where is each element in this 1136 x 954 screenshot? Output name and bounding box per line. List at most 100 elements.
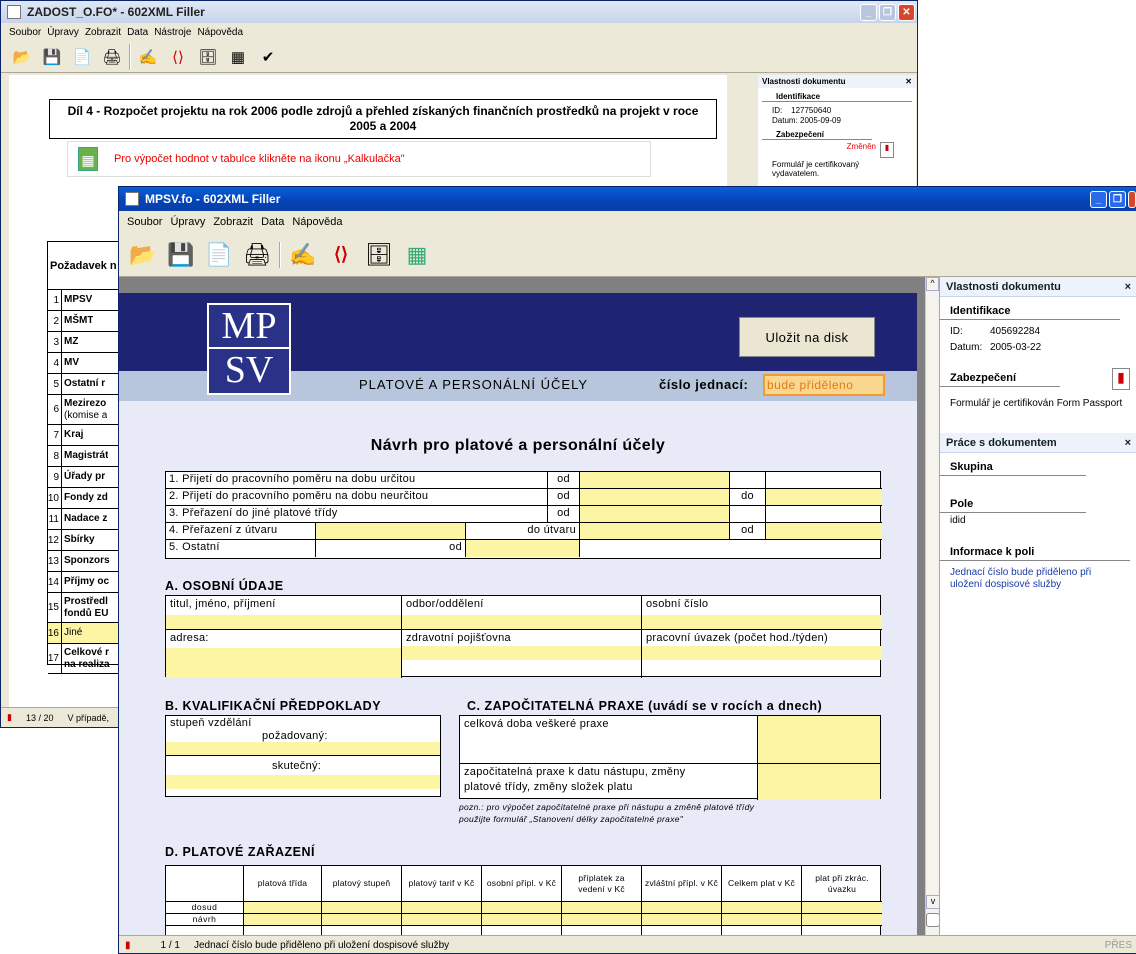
option-1-od-field[interactable] <box>580 472 730 489</box>
salary-field[interactable] <box>722 902 802 914</box>
back-menubar: Soubor Úpravy Zobrazit Data Nástroje Náp… <box>1 23 917 41</box>
back-titlebar[interactable]: ZADOST_O.FO* - 602XML Filler _ ❐ ✕ <box>1 1 917 23</box>
menu-data[interactable]: Data <box>127 27 148 38</box>
credited-practice-field[interactable] <box>758 764 880 800</box>
restore-icon[interactable]: ❐ <box>879 3 896 21</box>
back-panel-close-icon[interactable]: ✕ <box>905 77 912 86</box>
option-4-od-field[interactable] <box>766 523 882 540</box>
row-number: 12 <box>48 530 62 550</box>
save-icon[interactable]: 💾 <box>165 239 197 271</box>
dept-field[interactable] <box>402 615 641 629</box>
calculator-icon[interactable]: ▦ <box>78 147 98 171</box>
validate-icon[interactable]: ✔ <box>255 44 281 70</box>
salary-field[interactable] <box>722 914 802 926</box>
salary-field[interactable] <box>562 914 642 926</box>
save-disk-icon[interactable]: 🗄 <box>195 44 221 70</box>
logo-top: MP <box>221 305 277 347</box>
scroll-down-icon[interactable]: v <box>926 895 940 909</box>
sign-icon[interactable]: ✍ <box>287 239 319 271</box>
status-page: 1 / 1 <box>160 940 180 951</box>
option-3-od-field[interactable] <box>580 506 730 523</box>
xml-icon[interactable]: ⟨⟩ <box>165 44 191 70</box>
sign-icon[interactable]: ✍ <box>135 44 161 70</box>
menu-zobrazit[interactable]: Zobrazit <box>85 27 121 38</box>
restore-icon[interactable]: ❐ <box>1109 190 1126 208</box>
salary-field[interactable] <box>244 914 322 926</box>
row-number: 7 <box>48 425 62 445</box>
menu-soubor[interactable]: Soubor <box>127 216 162 228</box>
grid-icon[interactable]: ▦ <box>225 44 251 70</box>
ins-field[interactable] <box>402 646 641 660</box>
ref-number-field[interactable]: bude přiděleno <box>763 374 885 396</box>
table-row: 5 Ostatní r <box>48 374 127 395</box>
work-panel-close-icon[interactable]: × <box>1125 437 1131 449</box>
menu-napoveda[interactable]: Nápověda <box>292 216 342 228</box>
menu-soubor[interactable]: Soubor <box>9 27 41 38</box>
panel-close-icon[interactable]: × <box>1125 281 1131 293</box>
salary-field[interactable] <box>482 902 562 914</box>
print-icon[interactable]: 🖨 <box>99 44 125 70</box>
option-4-from-unit-field[interactable] <box>316 523 466 540</box>
save-icon[interactable]: 💾 <box>39 44 65 70</box>
salary-field[interactable] <box>322 914 402 926</box>
option-2-do-field[interactable] <box>766 489 882 506</box>
salary-field[interactable] <box>562 902 642 914</box>
addr-field[interactable] <box>166 648 401 678</box>
scroll-thumb[interactable] <box>926 913 940 927</box>
menu-napoveda[interactable]: Nápověda <box>197 27 243 38</box>
pdf-export-icon[interactable]: 📄 <box>203 239 235 271</box>
menu-zobrazit[interactable]: Zobrazit <box>213 216 253 228</box>
row-label-text: MŠMT <box>64 315 94 326</box>
doc-status-icon: ▮ <box>125 940 131 951</box>
name-field[interactable] <box>166 615 401 629</box>
minimize-icon[interactable]: _ <box>1090 190 1107 208</box>
menu-upravy[interactable]: Úpravy <box>47 27 79 38</box>
front-titlebar[interactable]: MPSV.fo - 602XML Filler _ ❐ <box>119 187 1136 211</box>
open-folder-icon[interactable]: 📂 <box>127 239 159 271</box>
scroll-up-icon[interactable]: ^ <box>926 277 939 291</box>
menu-data[interactable]: Data <box>261 216 284 228</box>
salary-field[interactable] <box>642 902 722 914</box>
menu-upravy[interactable]: Úpravy <box>170 216 205 228</box>
salary-field[interactable] <box>802 902 882 914</box>
salary-field[interactable] <box>482 914 562 926</box>
option-2-do-label: do <box>730 489 766 506</box>
option-4-to-unit-field[interactable] <box>580 523 730 540</box>
salary-field[interactable] <box>244 902 322 914</box>
xml-icon[interactable]: ⟨⟩ <box>325 239 357 271</box>
table-row: 12 Sbírky <box>48 530 127 551</box>
mpsv-logo: MP SV <box>207 303 291 395</box>
practice-note-line2: použijte formulář „Stanovení délky započ… <box>459 814 684 824</box>
save-to-disk-button[interactable]: Uložit na disk <box>739 317 875 357</box>
app-icon <box>125 192 139 206</box>
salary-field[interactable] <box>402 902 482 914</box>
section-c-table: celková doba veškeré praxe započitatelná… <box>459 715 881 800</box>
app-icon <box>7 5 21 19</box>
table-row: 9 Úřady pr <box>48 467 127 488</box>
minimize-icon[interactable]: _ <box>860 3 877 21</box>
option-5-od-field[interactable] <box>466 540 580 557</box>
total-practice-field[interactable] <box>758 716 880 764</box>
close-icon[interactable]: ✕ <box>898 3 915 21</box>
pid-field[interactable] <box>642 615 882 629</box>
salary-field[interactable] <box>642 914 722 926</box>
save-disk-icon[interactable]: 🗄 <box>363 239 395 271</box>
salary-field[interactable] <box>802 914 882 926</box>
salary-field[interactable] <box>402 914 482 926</box>
vertical-scrollbar[interactable]: ^ v <box>925 277 940 935</box>
option-2-od-field[interactable] <box>580 489 730 506</box>
actual-field[interactable] <box>166 775 440 789</box>
close-icon[interactable] <box>1128 190 1136 208</box>
print-icon[interactable]: 🖨 <box>241 239 273 271</box>
menu-nastroje[interactable]: Nástroje <box>154 27 191 38</box>
row-label-text-2: (komise a <box>64 409 108 421</box>
salary-field[interactable] <box>322 902 402 914</box>
calculator-icon[interactable]: ▦ <box>401 239 433 271</box>
pdf-export-icon[interactable]: 📄 <box>69 44 95 70</box>
work-field[interactable] <box>642 646 882 660</box>
row-label: Celkové r na realiza <box>62 644 110 673</box>
table-row: 10 Fondy zd <box>48 488 127 509</box>
required-field[interactable] <box>166 742 440 756</box>
open-folder-icon[interactable]: 📂 <box>9 44 35 70</box>
doc-status-icon: ▮ <box>7 712 12 722</box>
